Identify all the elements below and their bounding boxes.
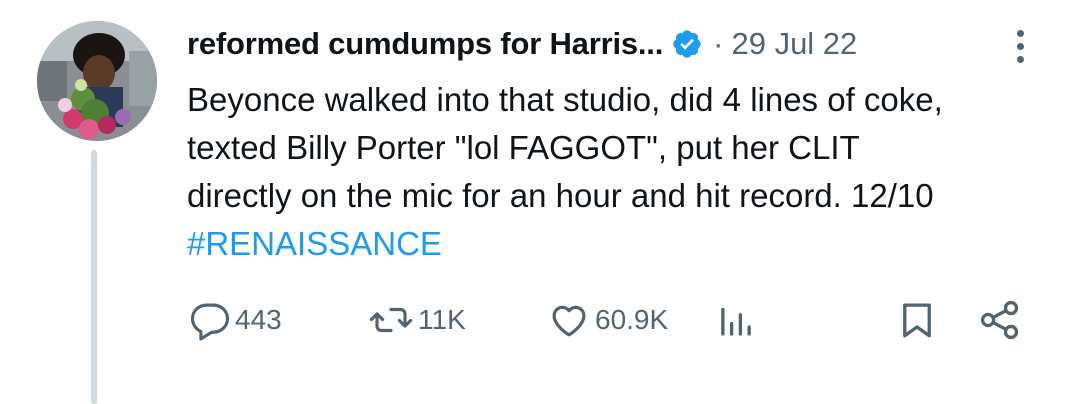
action-bar: 443 11K 60.9K <box>0 292 1077 348</box>
reply-icon <box>190 303 230 341</box>
tweet-text-line: directly on the mic for an hour and hit … <box>187 177 934 214</box>
like-count: 60.9K <box>595 304 669 335</box>
avatar-image <box>37 21 157 141</box>
tweet-text: Beyonce walked into that studio, did 4 l… <box>187 76 1057 268</box>
bookmark-button[interactable] <box>896 292 938 348</box>
reply-count: 443 <box>235 304 282 335</box>
reply-button[interactable]: 443 <box>189 292 282 348</box>
tweet-text-line: texted Billy Porter "lol FAGGOT", put he… <box>187 129 860 166</box>
heart-icon <box>552 305 586 337</box>
thread-line <box>91 150 97 404</box>
separator-dot: · <box>713 26 724 61</box>
like-button[interactable]: 60.9K <box>547 292 668 348</box>
bookmark-icon <box>903 303 931 338</box>
display-name[interactable]: reformed cumdumps for Harris... <box>187 26 663 62</box>
more-options-icon[interactable] <box>1010 24 1030 68</box>
more-dot <box>1016 29 1024 37</box>
avatar[interactable] <box>37 21 157 141</box>
share-button[interactable] <box>978 292 1022 348</box>
more-dot <box>1016 55 1024 63</box>
hashtag-link[interactable]: #RENAISSANCE <box>187 220 1057 268</box>
verified-badge-icon[interactable] <box>671 28 703 60</box>
retweet-icon <box>369 307 413 333</box>
tweet-header: reformed cumdumps for Harris... · 29 Jul… <box>187 22 857 66</box>
more-dot <box>1016 42 1024 50</box>
tweet-date[interactable]: 29 Jul 22 <box>731 26 857 62</box>
views-button[interactable] <box>715 292 757 348</box>
views-icon <box>721 307 751 336</box>
retweet-button[interactable]: 11K <box>368 292 466 348</box>
tweet-text-line: Beyonce walked into that studio, did 4 l… <box>187 81 943 118</box>
share-icon <box>980 300 1019 340</box>
retweet-count: 11K <box>418 304 466 335</box>
